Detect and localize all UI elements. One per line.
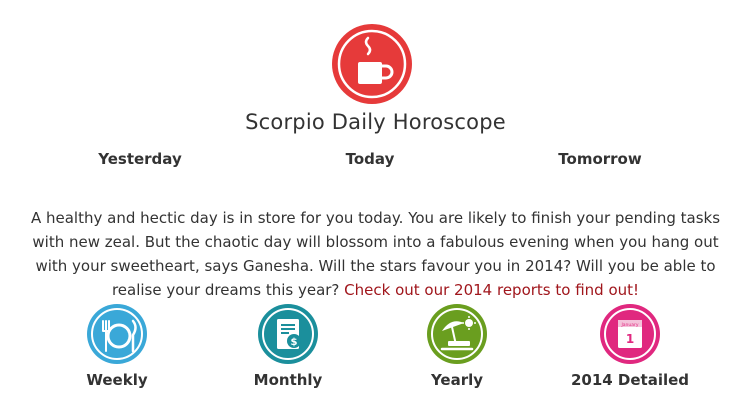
svg-text:January: January — [620, 322, 638, 328]
beach-umbrella-icon — [427, 304, 487, 364]
calendar-icon: January 1 — [600, 304, 660, 364]
report-yearly[interactable]: Yearly — [382, 303, 532, 389]
report-label: Monthly — [253, 371, 323, 389]
tab-yesterday[interactable]: Yesterday — [90, 150, 190, 168]
svg-text:$: $ — [291, 337, 298, 348]
report-label: 2014 Detailed — [570, 371, 690, 389]
svg-text:1: 1 — [626, 332, 634, 346]
coffee-cup-icon — [332, 24, 412, 104]
bill-document-icon: $ — [258, 304, 318, 364]
report-monthly[interactable]: $ Monthly — [213, 303, 363, 389]
tab-today[interactable]: Today — [320, 150, 420, 168]
report-label: Yearly — [430, 371, 484, 389]
horoscope-text: A healthy and hectic day is in store for… — [20, 206, 731, 302]
tab-tomorrow[interactable]: Tomorrow — [550, 150, 650, 168]
report-label: Weekly — [86, 371, 148, 389]
dining-plate-icon — [87, 304, 147, 364]
page-title: Scorpio Daily Horoscope — [245, 110, 506, 134]
report-2014-detailed[interactable]: January 1 2014 Detailed — [555, 303, 705, 389]
report-weekly[interactable]: Weekly — [42, 303, 192, 389]
reports-link[interactable]: Check out our 2014 reports to find out! — [344, 281, 639, 299]
